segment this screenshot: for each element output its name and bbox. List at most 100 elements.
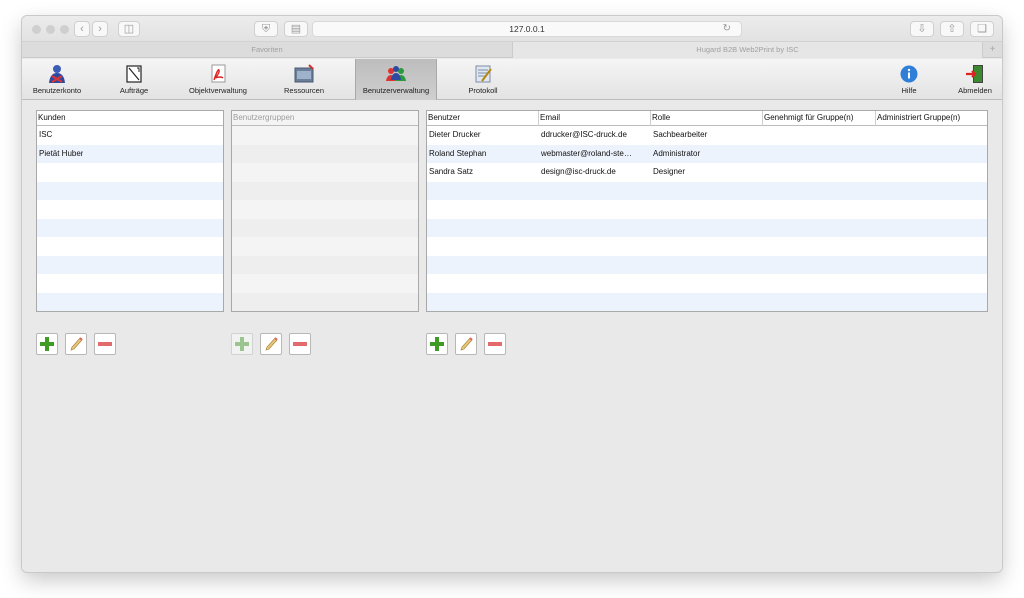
pencil-icon xyxy=(265,337,278,351)
customers-table[interactable]: Kunden ISC Pietät Huber xyxy=(36,110,224,312)
pencil-icon xyxy=(460,337,473,351)
title-bar: ‹ › ◫ ⛨ ▤ 127.0.0.1 ↻ ⇩ ⇧ ❏ xyxy=(22,16,1002,42)
usergroups-table-header: Benutzergruppen xyxy=(232,111,418,126)
user-role: Administrator xyxy=(653,148,701,158)
users-rows: Dieter Drucker ddrucker@ISC-druck.de Sac… xyxy=(427,126,987,311)
downloads-icon[interactable]: ⇩ xyxy=(910,21,934,37)
table-row-empty xyxy=(37,292,223,311)
table-row-empty xyxy=(37,163,223,182)
toolbar-benutzerverwaltung[interactable]: Benutzerverwaltung xyxy=(355,59,437,100)
forward-button[interactable]: › xyxy=(92,21,108,37)
table-row-empty xyxy=(232,126,418,145)
users-group-icon xyxy=(386,66,406,81)
add-icon xyxy=(235,337,249,351)
users-table-header: Benutzer Email Rolle Genehmigt für Grupp… xyxy=(427,111,987,126)
table-row-empty xyxy=(427,200,987,219)
toolbar-protokoll[interactable]: Protokoll xyxy=(452,59,514,100)
table-row-empty xyxy=(37,181,223,200)
user-role: Sachbearbeiter xyxy=(653,130,708,139)
info-icon xyxy=(900,65,918,83)
add-customer-button[interactable] xyxy=(36,333,58,355)
table-row-empty xyxy=(232,144,418,163)
customer-name: Pietät Huber xyxy=(39,148,84,158)
usergroups-rows xyxy=(232,126,418,311)
favorites-tab[interactable]: Favoriten xyxy=(22,42,512,57)
table-row-empty xyxy=(37,255,223,274)
back-button[interactable]: ‹ xyxy=(74,21,90,37)
table-row[interactable]: Roland Stephan webmaster@roland-ste… Adm… xyxy=(427,144,987,163)
url-text: 127.0.0.1 xyxy=(509,24,545,34)
remove-usergroup-button[interactable] xyxy=(289,333,311,355)
user-email: ddrucker@ISC-druck.de xyxy=(541,130,627,139)
toolbar-benutzerkonto[interactable]: Benutzerkonto xyxy=(24,59,90,100)
minus-icon xyxy=(98,342,112,346)
share-icon[interactable]: ⇧ xyxy=(940,21,964,37)
toolbar-objektverwaltung[interactable]: Objektverwaltung xyxy=(182,59,254,100)
main-content: Kunden ISC Pietät Huber Benutzergruppen xyxy=(22,100,1002,572)
logout-icon xyxy=(966,65,983,83)
zoom-window-button[interactable] xyxy=(60,25,69,34)
table-row-empty xyxy=(37,200,223,219)
close-window-button[interactable] xyxy=(32,25,41,34)
table-row[interactable]: Sandra Satz design@isc-druck.de Designer xyxy=(427,163,987,182)
table-row-empty xyxy=(232,237,418,256)
toolbar-label: Abmelden xyxy=(958,86,992,95)
minimize-window-button[interactable] xyxy=(46,25,55,34)
users-table[interactable]: Benutzer Email Rolle Genehmigt für Grupp… xyxy=(426,110,988,312)
users-actions xyxy=(426,333,506,355)
toolbar-label: Protokoll xyxy=(468,86,498,95)
add-user-button[interactable] xyxy=(426,333,448,355)
minus-icon xyxy=(488,342,502,346)
remove-user-button[interactable] xyxy=(484,333,506,355)
pdf-icon xyxy=(211,64,226,83)
table-row[interactable]: Dieter Drucker ddrucker@ISC-druck.de Sac… xyxy=(427,126,987,145)
table-row-empty xyxy=(427,218,987,237)
column-header-benutzergruppen: Benutzergruppen xyxy=(233,113,295,122)
column-header-email[interactable]: Email xyxy=(539,111,651,126)
edit-customer-button[interactable] xyxy=(65,333,87,355)
column-header-rolle[interactable]: Rolle xyxy=(651,111,763,126)
table-row-empty xyxy=(427,274,987,293)
new-tab-button[interactable]: + xyxy=(982,42,1002,58)
tab-active[interactable]: Hugard B2B Web2Print by ISC xyxy=(512,42,982,58)
table-row-empty xyxy=(232,255,418,274)
add-usergroup-button[interactable] xyxy=(231,333,253,355)
privacy-shield-icon[interactable]: ⛨ xyxy=(254,21,278,37)
toolbar-label: Objektverwaltung xyxy=(189,86,247,95)
user-role: Designer xyxy=(653,167,686,176)
edit-user-button[interactable] xyxy=(455,333,477,355)
tabs-overview-icon[interactable]: ❏ xyxy=(970,21,994,37)
toolbar-label: Benutzerkonto xyxy=(32,86,82,95)
column-header-kunden[interactable]: Kunden xyxy=(37,111,223,126)
column-header-administriert[interactable]: Administriert Gruppe(n) xyxy=(876,111,987,126)
table-row-empty xyxy=(232,218,418,237)
orders-icon xyxy=(126,65,142,83)
app-toolbar: Benutzerkonto Aufträge Objektverwaltung xyxy=(22,59,1002,100)
table-row[interactable]: ISC xyxy=(37,126,223,145)
table-row-empty xyxy=(232,200,418,219)
table-row[interactable]: Pietät Huber xyxy=(37,144,223,163)
toolbar-hilfe[interactable]: Hilfe xyxy=(884,59,934,100)
remove-customer-button[interactable] xyxy=(94,333,116,355)
column-header-benutzer[interactable]: Benutzer xyxy=(427,111,539,126)
customers-rows: ISC Pietät Huber xyxy=(37,126,223,311)
toolbar-abmelden[interactable]: Abmelden xyxy=(950,59,1000,100)
address-bar[interactable]: 127.0.0.1 ↻ xyxy=(312,21,742,37)
column-header-genehmigt[interactable]: Genehmigt für Gruppe(n) xyxy=(763,111,876,126)
toolbar-label: Ressourcen xyxy=(283,86,325,95)
minus-icon xyxy=(293,342,307,346)
browser-window: ‹ › ◫ ⛨ ▤ 127.0.0.1 ↻ ⇩ ⇧ ❏ Favoriten Hu… xyxy=(22,16,1002,572)
reader-icon[interactable]: ▤ xyxy=(284,21,308,37)
user-email: design@isc-druck.de xyxy=(541,167,616,176)
toolbar-auftraege[interactable]: Aufträge xyxy=(106,59,162,100)
sidebar-toggle-icon[interactable]: ◫ xyxy=(118,21,140,37)
table-row-empty xyxy=(232,181,418,200)
add-icon xyxy=(430,337,444,351)
toolbar-ressourcen[interactable]: Ressourcen xyxy=(272,59,336,100)
table-row-empty xyxy=(427,181,987,200)
tab-bar: Favoriten Hugard B2B Web2Print by ISC + xyxy=(22,42,1002,58)
edit-usergroup-button[interactable] xyxy=(260,333,282,355)
user-email: webmaster@roland-ste… xyxy=(541,148,632,158)
reload-icon[interactable]: ↻ xyxy=(723,22,731,36)
table-row-empty xyxy=(427,292,987,311)
